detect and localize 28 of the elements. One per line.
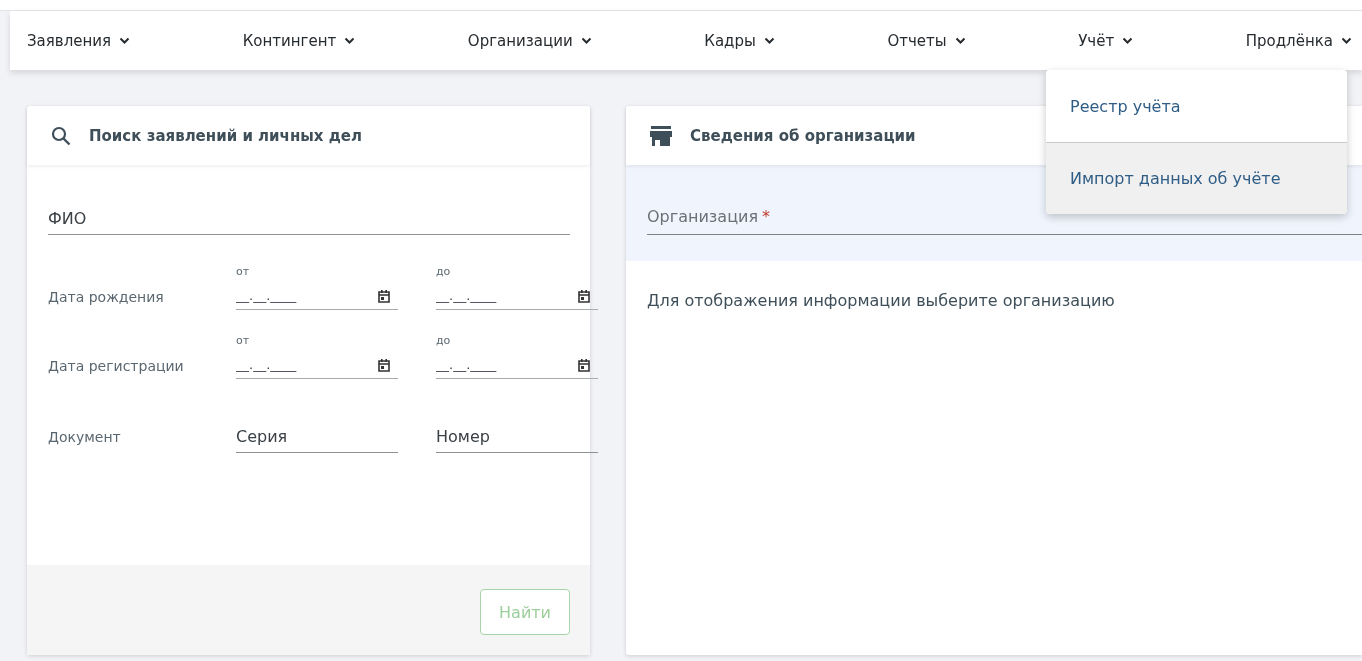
date-field[interactable]: __.__.____ xyxy=(236,284,398,310)
number-field[interactable]: Номер xyxy=(436,423,598,453)
organization-select[interactable]: Организация * xyxy=(647,207,1362,235)
dropdown-item[interactable]: Реестр учёта xyxy=(1046,70,1347,142)
series-field[interactable]: Серия xyxy=(236,423,398,453)
field-caption: от xyxy=(236,265,250,278)
card-title: Поиск заявлений и личных дел xyxy=(89,126,363,145)
dropdown-item[interactable]: Импорт данных об учёте xyxy=(1046,142,1347,214)
field-caption: до xyxy=(436,334,451,347)
nav-menu-item[interactable]: Отчеты xyxy=(887,31,966,50)
field-caption: от xyxy=(236,334,250,347)
field-label: Документ xyxy=(48,428,122,448)
name-field[interactable]: ФИО xyxy=(48,205,570,235)
field-label: Дата рождения xyxy=(48,287,165,307)
field-label: Дата регистрации xyxy=(48,356,185,376)
nav-menu-item[interactable]: Заявления xyxy=(27,31,131,50)
nav-menu-item[interactable]: Кадры xyxy=(704,31,775,50)
card-title: Сведения об организации xyxy=(690,126,916,145)
field-caption: до xyxy=(436,265,451,278)
nav-menu-item[interactable]: Контингент xyxy=(242,31,356,50)
date-field[interactable]: __.__.____ xyxy=(436,284,598,310)
nav-menu-item[interactable]: Учёт xyxy=(1078,31,1134,50)
nav-menu-item[interactable]: Организации xyxy=(467,31,592,50)
date-field[interactable]: __.__.____ xyxy=(436,353,598,379)
nav-menu-item[interactable]: Продлёнка xyxy=(1245,31,1352,50)
required-mark: * xyxy=(762,207,771,226)
date-field[interactable]: __.__.____ xyxy=(236,353,398,379)
hint-text: Для отображения информации выберите организацию xyxy=(647,291,1116,310)
